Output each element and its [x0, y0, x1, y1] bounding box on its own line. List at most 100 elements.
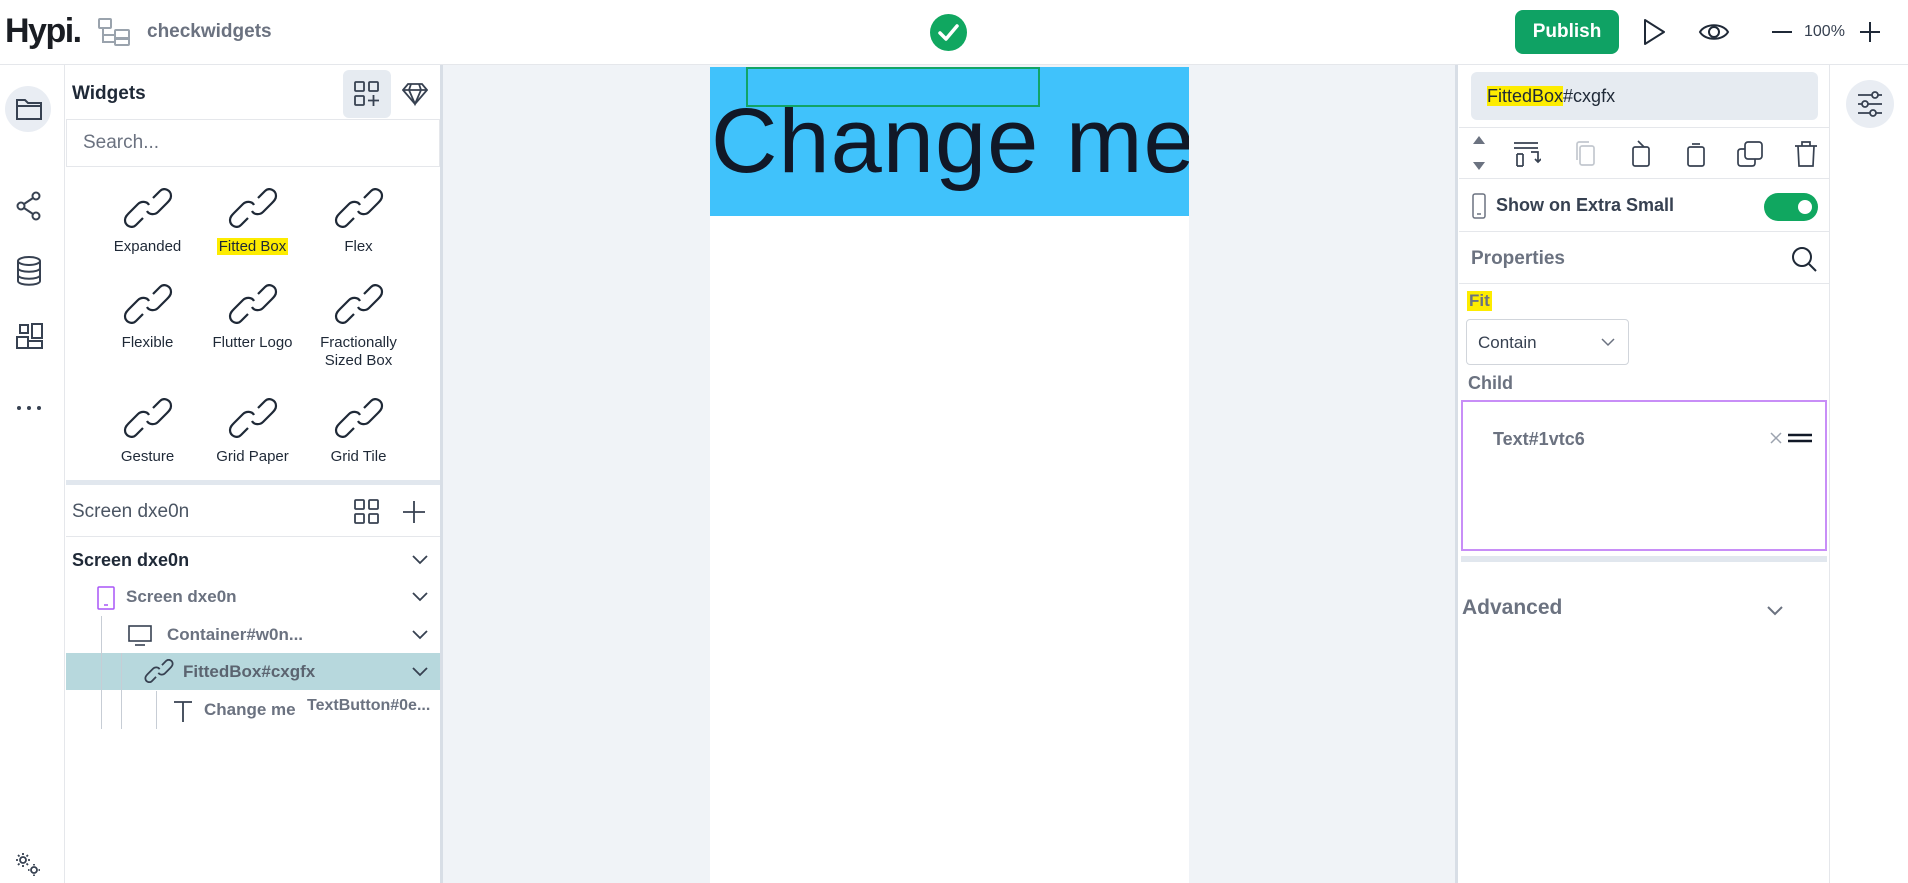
widget-grid: Expanded Fitted Box Flex Flexible Flutte…	[66, 178, 440, 474]
tree-node-label: Screen dxe0n	[72, 550, 190, 570]
widget-label: Flexible	[121, 334, 174, 351]
delete-trash-icon[interactable]	[1793, 140, 1819, 168]
widget-actions-toolbar	[1459, 127, 1830, 179]
duplicate-icon[interactable]	[1736, 140, 1764, 168]
advanced-section-label[interactable]: Advanced	[1462, 596, 1562, 620]
add-screen-icon[interactable]	[401, 499, 427, 525]
device-preview[interactable]: Change me	[710, 67, 1189, 883]
rail-database-button[interactable]	[5, 246, 51, 292]
top-bar: Hypi. checkwidgets Publish 100%	[0, 0, 1908, 65]
widget-item-grid-tile[interactable]: Grid Tile	[306, 398, 411, 466]
widget-label-highlighted: Fitted Box	[200, 238, 305, 256]
tree-node-screen-root[interactable]: Screen dxe0n	[66, 541, 440, 578]
link-icon	[228, 398, 277, 438]
properties-toggle-button[interactable]	[1846, 80, 1894, 128]
project-tree-icon[interactable]	[98, 17, 132, 47]
diamond-icon	[402, 83, 428, 107]
rail-more-button[interactable]	[5, 386, 51, 432]
widget-tree-panel: Screen dxe0n Screen dxe0n Screen dxe0n C…	[66, 485, 440, 883]
tree-node-label: Container#w0n...	[167, 625, 304, 644]
project-name[interactable]: checkwidgets	[147, 21, 272, 43]
wrap-widget-icon[interactable]	[1511, 140, 1541, 168]
tree-node-label: FittedBox#cxgfx	[183, 662, 316, 681]
paste-icon[interactable]	[1683, 140, 1709, 168]
widget-id-text: #cxgfx	[1563, 86, 1616, 106]
properties-header: Properties	[1459, 232, 1830, 284]
fit-property-label: Fit	[1467, 291, 1492, 311]
drag-handle-icon[interactable]	[1787, 433, 1813, 443]
tree-header-title: Screen dxe0n	[72, 501, 190, 522]
chevron-down-icon[interactable]	[410, 588, 430, 604]
canvas-container-widget[interactable]: Change me	[710, 67, 1189, 216]
child-widget-item[interactable]: Text#1vtc6	[1493, 429, 1585, 450]
search-icon[interactable]	[1790, 245, 1818, 273]
rail-workflow-button[interactable]	[5, 181, 51, 227]
settings-gears-icon	[16, 853, 40, 876]
widget-item-gesture[interactable]: Gesture	[95, 398, 200, 466]
tree-node-container[interactable]: Container#w0n...	[66, 616, 440, 653]
phone-icon	[1472, 193, 1486, 219]
share-nodes-icon	[16, 191, 41, 221]
remove-child-icon[interactable]	[1769, 431, 1783, 445]
tree-node-screen[interactable]: Screen dxe0n	[66, 578, 440, 615]
rail-widgets-button[interactable]	[5, 86, 51, 132]
widget-label: Gesture	[120, 448, 175, 465]
widget-item-flexible[interactable]: Flexible	[95, 284, 200, 352]
widget-item-fitted-box[interactable]: Fitted Box	[200, 188, 305, 256]
sliders-icon	[1858, 91, 1882, 117]
copy-disabled-icon	[1576, 141, 1595, 166]
link-icon	[228, 284, 277, 324]
preview-eye-icon[interactable]	[1698, 16, 1730, 48]
tree-header: Screen dxe0n	[66, 485, 440, 537]
chevron-down-icon[interactable]	[1765, 602, 1785, 618]
widget-search-input[interactable]	[66, 119, 440, 167]
chevron-down-icon	[1601, 338, 1615, 347]
widgets-panel-title: Widgets	[72, 83, 146, 104]
widget-label: Flutter Logo	[212, 334, 293, 351]
highlighted-text: Fitted Box	[216, 238, 289, 255]
canvas-selection-outline[interactable]	[746, 67, 1040, 107]
link-icon	[334, 284, 383, 324]
properties-title: Properties	[1471, 248, 1565, 269]
widget-item-flutter-logo[interactable]: Flutter Logo	[200, 284, 305, 352]
left-rail	[0, 65, 65, 883]
tree-guide	[101, 616, 102, 729]
widget-item-fractionally-sized-box[interactable]: Fractionally Sized Box	[306, 284, 411, 370]
screens-grid-icon[interactable]	[354, 499, 380, 525]
widget-item-grid-paper[interactable]: Grid Paper	[200, 398, 305, 466]
fit-select[interactable]: Contain	[1466, 319, 1629, 365]
highlighted-text: FittedBox	[1487, 86, 1564, 106]
phone-icon	[97, 586, 115, 610]
chevron-down-icon[interactable]	[410, 626, 430, 642]
move-down-icon[interactable]	[1471, 160, 1487, 172]
widget-item-flex[interactable]: Flex	[306, 188, 411, 256]
zoom-out-icon[interactable]	[1770, 16, 1794, 48]
zoom-in-icon[interactable]	[1858, 16, 1882, 48]
widget-item-expanded[interactable]: Expanded	[95, 188, 200, 256]
fit-select-value: Contain	[1478, 333, 1537, 352]
chevron-down-icon[interactable]	[410, 551, 430, 567]
cut-icon[interactable]	[1628, 140, 1654, 168]
widget-label: Expanded	[113, 238, 182, 255]
child-drop-zone[interactable]: Text#1vtc6	[1461, 400, 1827, 551]
tree-node-label: Screen dxe0n	[126, 587, 237, 606]
inspector-divider	[1461, 556, 1827, 562]
tree-node-textbutton-overflow[interactable]: TextButton#0e...	[307, 697, 430, 715]
play-icon[interactable]	[1640, 16, 1668, 48]
rail-components-button[interactable]	[5, 311, 51, 357]
tree-node-fittedbox-selected[interactable]: FittedBox#cxgfx	[66, 653, 440, 690]
widget-name-field[interactable]: FittedBox#cxgfx	[1471, 72, 1818, 120]
premium-widgets-tab[interactable]	[391, 70, 439, 118]
add-widget-tab[interactable]	[343, 70, 391, 118]
components-icon	[16, 323, 43, 349]
right-rail	[1831, 65, 1908, 883]
inspector-resize-handle[interactable]	[1455, 65, 1458, 883]
move-up-icon[interactable]	[1471, 134, 1487, 146]
child-property-label: Child	[1468, 373, 1513, 393]
app-logo[interactable]: Hypi.	[5, 12, 82, 51]
rail-settings-button[interactable]	[3, 839, 49, 883]
publish-button[interactable]: Publish	[1515, 10, 1619, 54]
show-on-extra-small-toggle[interactable]	[1764, 193, 1818, 221]
database-icon	[17, 256, 41, 286]
chevron-down-icon[interactable]	[410, 663, 430, 679]
